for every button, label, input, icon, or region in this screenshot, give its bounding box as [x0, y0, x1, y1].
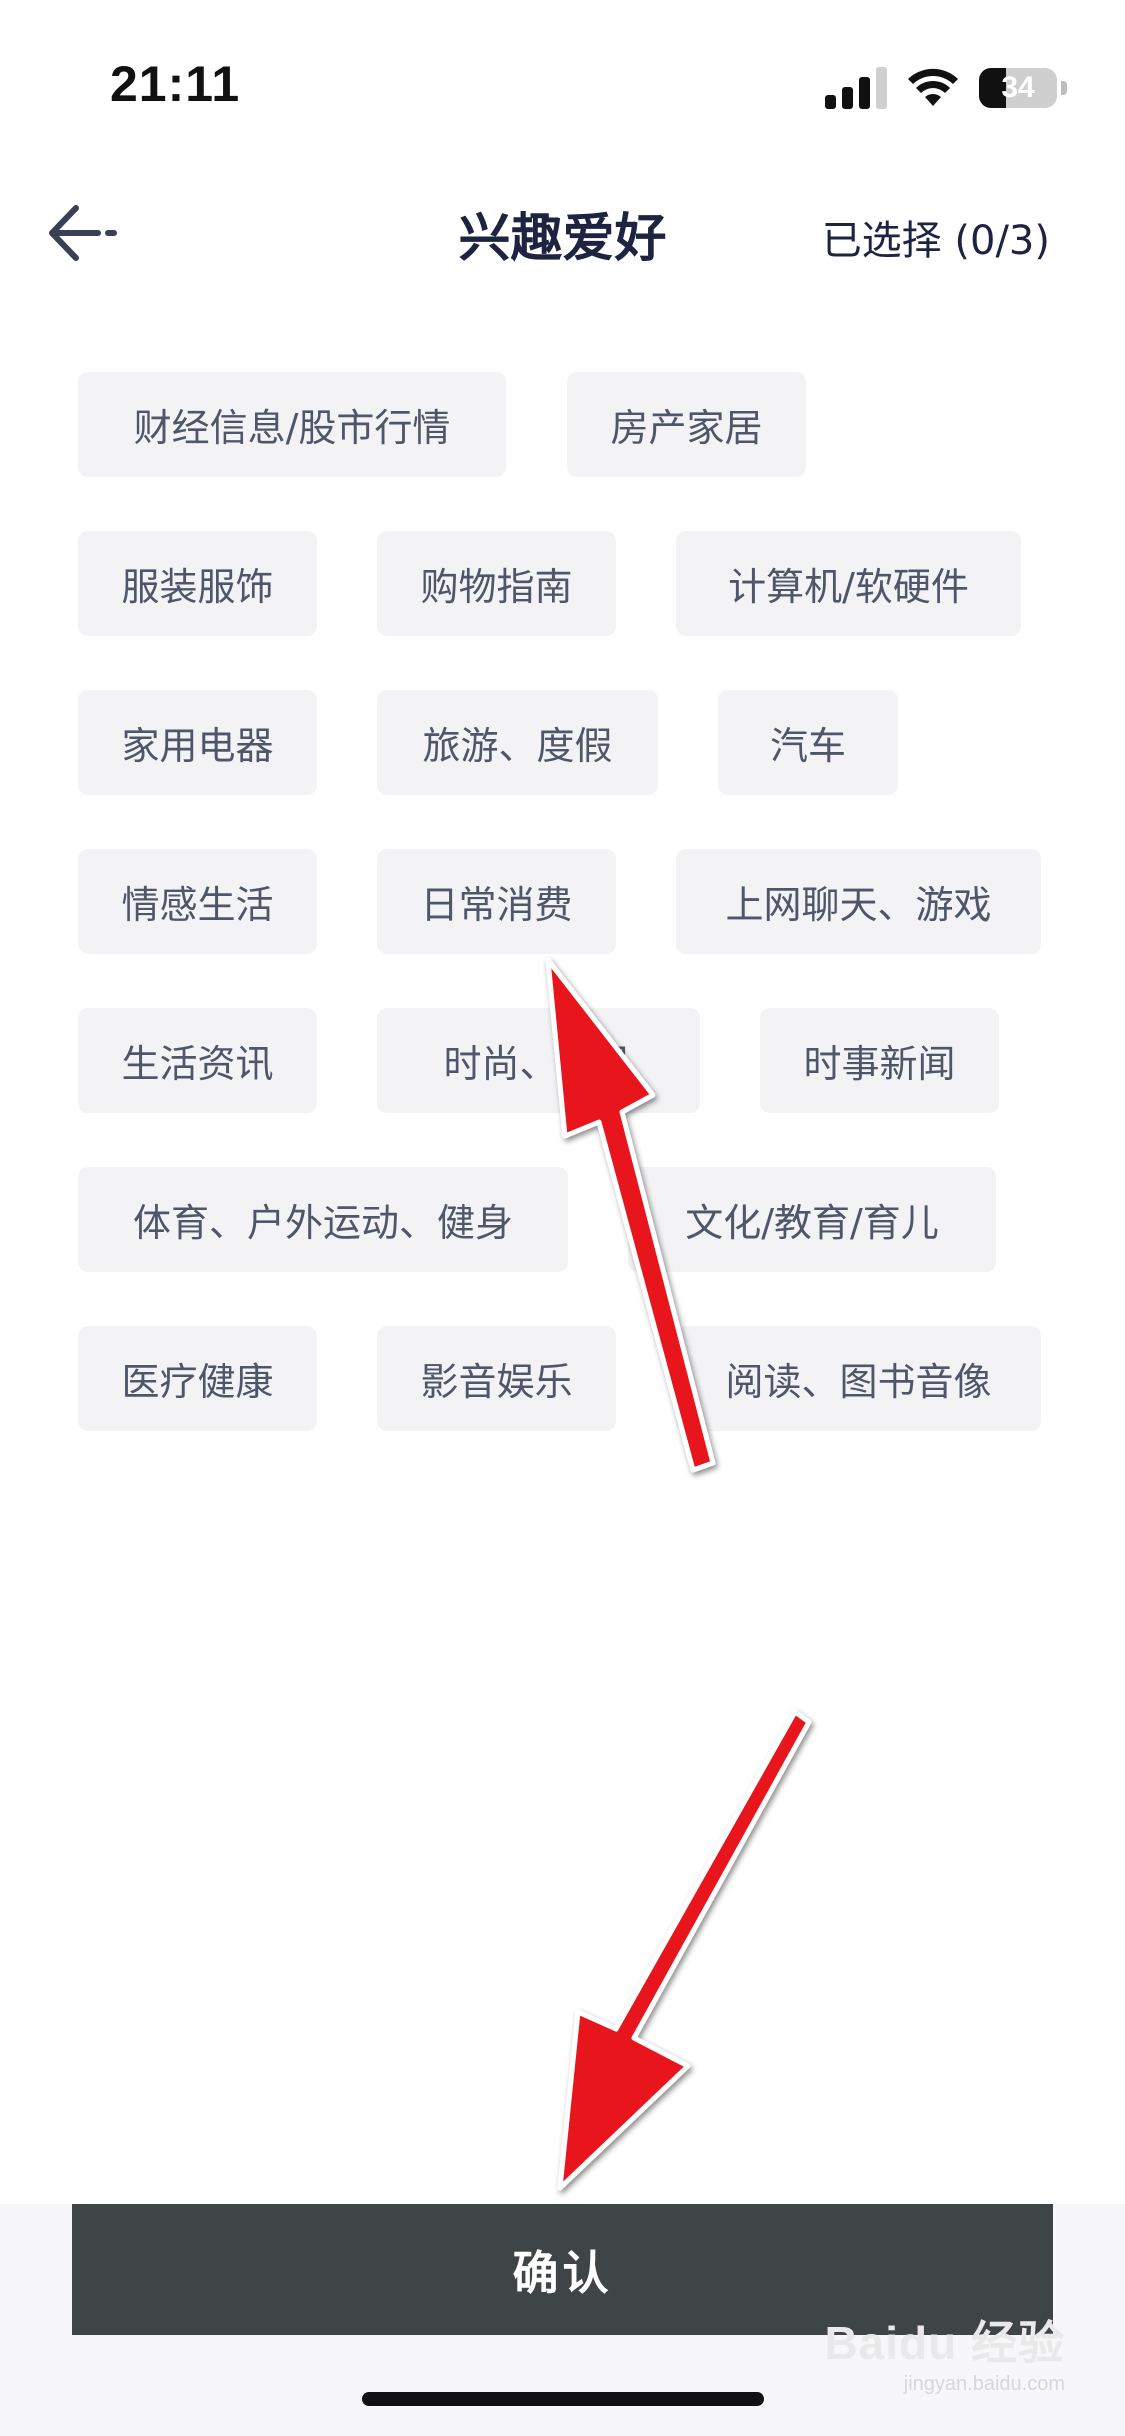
- tag-finance[interactable]: 财经信息/股市行情: [78, 372, 506, 477]
- watermark-logo: Baidu 经验: [824, 2317, 1065, 2369]
- wifi-icon: [908, 68, 958, 106]
- baidu-watermark: Baidu 经验 jingyan.baidu.com: [824, 2307, 1065, 2396]
- tag-sports[interactable]: 体育、户外运动、健身: [78, 1167, 568, 1272]
- status-time: 21:11: [110, 56, 241, 112]
- tag-real-estate[interactable]: 房产家居: [567, 372, 806, 477]
- cellular-signal-icon: [825, 67, 887, 109]
- tag-clothing[interactable]: 服装服饰: [78, 531, 317, 636]
- annotation-arrow-down: [557, 1709, 812, 2191]
- battery-icon: 34: [979, 68, 1057, 108]
- tag-chat-games[interactable]: 上网聊天、游戏: [676, 849, 1041, 954]
- battery-cap: [1061, 81, 1067, 95]
- tag-cars[interactable]: 汽车: [718, 690, 898, 795]
- selected-count: 已选择 (0/3): [821, 218, 1050, 264]
- tag-home-appliances[interactable]: 家用电器: [78, 690, 317, 795]
- watermark-sub: jingyan.baidu.com: [903, 2373, 1065, 2395]
- tag-life-info[interactable]: 生活资讯: [78, 1008, 317, 1113]
- tag-emotional-life[interactable]: 情感生活: [78, 849, 317, 954]
- tag-fashion[interactable]: 时尚、饰品: [377, 1008, 700, 1113]
- tag-reading[interactable]: 阅读、图书音像: [676, 1326, 1041, 1431]
- screen: 21:11 34 兴趣爱好 已选择 (0/3) 财经信息/股市行情 房产家居 服…: [0, 0, 1125, 2436]
- tag-healthcare[interactable]: 医疗健康: [78, 1326, 317, 1431]
- tag-computers[interactable]: 计算机/软硬件: [676, 531, 1021, 636]
- tag-current-news[interactable]: 时事新闻: [760, 1008, 999, 1113]
- status-icons: 34: [825, 66, 1067, 110]
- tag-entertainment[interactable]: 影音娱乐: [377, 1326, 616, 1431]
- battery-percent: 34: [1001, 71, 1035, 104]
- home-indicator: [362, 2392, 764, 2406]
- tag-daily-spending[interactable]: 日常消费: [377, 849, 616, 954]
- tag-shopping-guide[interactable]: 购物指南: [377, 531, 616, 636]
- tag-education[interactable]: 文化/教育/育儿: [628, 1167, 996, 1272]
- tag-travel[interactable]: 旅游、度假: [377, 690, 658, 795]
